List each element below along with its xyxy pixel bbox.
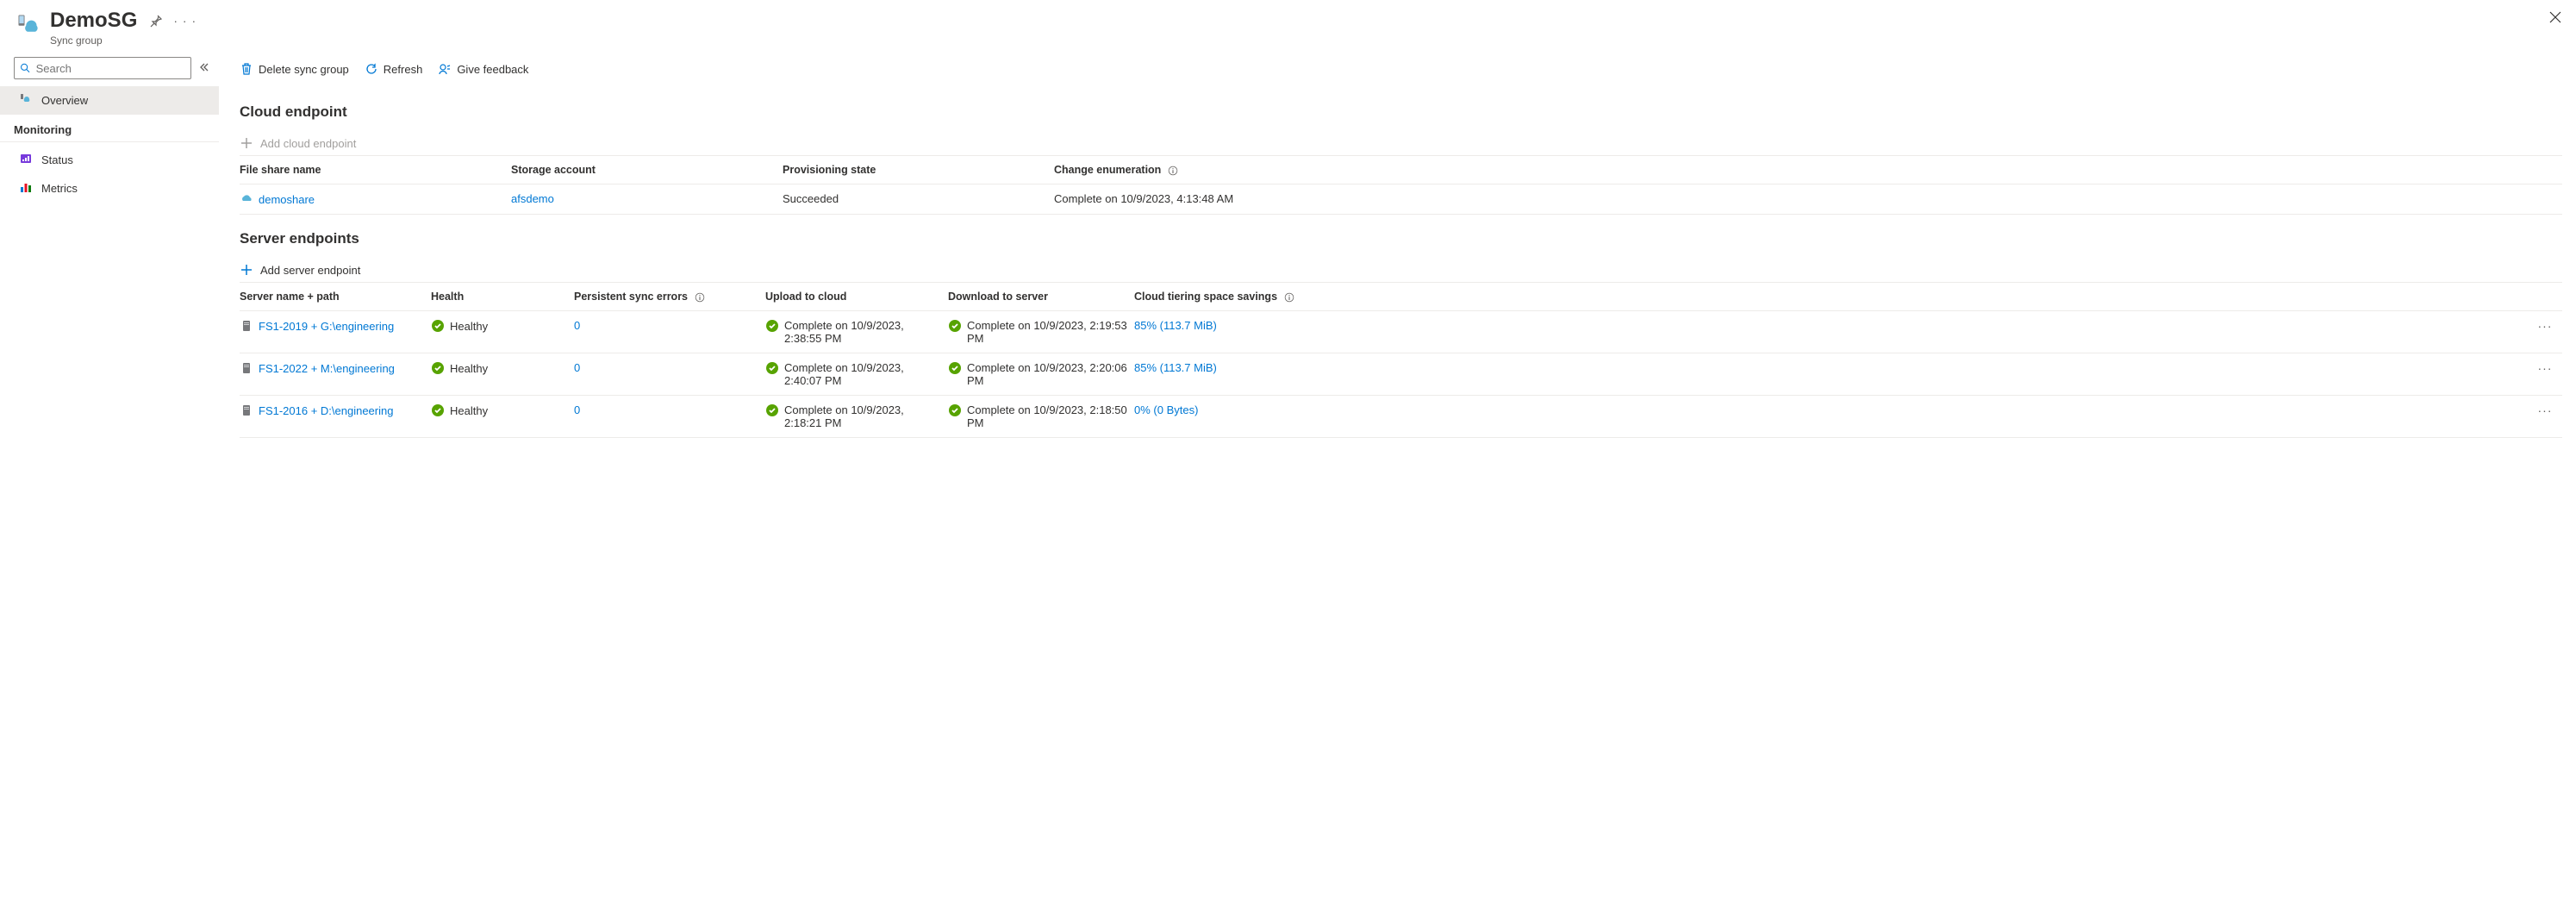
metrics-icon (19, 180, 33, 197)
col-header-server-name: Server name + path (240, 291, 431, 303)
health-value: Healthy (450, 404, 488, 417)
collapse-sidebar-icon[interactable] (198, 62, 209, 75)
tiering-link[interactable]: 85% (113.7 MiB) (1134, 361, 1217, 374)
success-icon (948, 361, 962, 375)
refresh-icon (365, 62, 378, 76)
server-icon (240, 403, 253, 417)
errors-link[interactable]: 0 (574, 403, 580, 416)
pin-icon[interactable] (149, 14, 163, 30)
server-icon (240, 361, 253, 375)
col-header-tiering: Cloud tiering space savings (1134, 291, 2535, 303)
delete-sync-group-button[interactable]: Delete sync group (240, 62, 349, 76)
col-header-download: Download to server (948, 291, 1134, 303)
storage-account-link[interactable]: afsdemo (511, 192, 554, 205)
success-icon (431, 319, 445, 333)
row-more-icon[interactable]: ··· (2538, 361, 2553, 375)
health-value: Healthy (450, 320, 488, 333)
overview-icon (19, 92, 33, 109)
page-header: DemoSG Sync group · · · (0, 0, 2576, 53)
sidebar: Overview Monitoring Status Metrics (0, 53, 219, 455)
success-icon (948, 403, 962, 417)
server-endpoints-title: Server endpoints (240, 230, 2562, 247)
plus-icon (240, 263, 253, 277)
table-header-row: Server name + path Health Persistent syn… (240, 283, 2562, 311)
sidebar-item-label: Status (41, 153, 73, 166)
success-icon (431, 361, 445, 375)
feedback-icon (438, 62, 452, 76)
tiering-link[interactable]: 85% (113.7 MiB) (1134, 319, 1217, 332)
cloud-endpoint-table: File share name Storage account Provisio… (240, 155, 2562, 215)
health-value: Healthy (450, 362, 488, 375)
toolbar: Delete sync group Refresh Give feedback (240, 53, 2562, 88)
sidebar-item-overview[interactable]: Overview (0, 86, 219, 115)
download-value: Complete on 10/9/2023, 2:18:50 PM (967, 403, 1127, 429)
change-enumeration-value: Complete on 10/9/2023, 4:13:48 AM (1054, 192, 2562, 205)
upload-value: Complete on 10/9/2023, 2:18:21 PM (784, 403, 941, 429)
col-header-change-enumeration: Change enumeration (1054, 164, 2562, 176)
give-feedback-button[interactable]: Give feedback (438, 62, 528, 76)
upload-value: Complete on 10/9/2023, 2:40:07 PM (784, 361, 941, 387)
server-endpoint-row: FS1-2019 + G:\engineering Healthy 0 Comp… (240, 311, 2562, 353)
success-icon (948, 319, 962, 333)
row-more-icon[interactable]: ··· (2538, 403, 2553, 417)
tiering-link[interactable]: 0% (0 Bytes) (1134, 403, 1198, 416)
trash-icon (240, 62, 253, 76)
col-header-upload: Upload to cloud (765, 291, 948, 303)
upload-value: Complete on 10/9/2023, 2:38:55 PM (784, 319, 941, 345)
main-content: Delete sync group Refresh Give feedback … (219, 53, 2576, 455)
server-endpoint-link[interactable]: FS1-2016 + D:\engineering (259, 404, 393, 417)
success-icon (765, 403, 779, 417)
download-value: Complete on 10/9/2023, 2:20:06 PM (967, 361, 1127, 387)
info-icon[interactable] (695, 292, 705, 303)
sidebar-item-metrics[interactable]: Metrics (0, 174, 219, 203)
table-header-row: File share name Storage account Provisio… (240, 156, 2562, 184)
more-icon[interactable]: · · · (173, 14, 196, 30)
server-endpoint-link[interactable]: FS1-2022 + M:\engineering (259, 362, 395, 375)
success-icon (431, 403, 445, 417)
add-server-endpoint-button[interactable]: Add server endpoint (240, 258, 2562, 282)
info-icon[interactable] (1168, 166, 1178, 176)
plus-icon (240, 136, 253, 150)
search-icon (20, 62, 31, 74)
success-icon (765, 361, 779, 375)
server-endpoint-link[interactable]: FS1-2019 + G:\engineering (259, 320, 394, 333)
sidebar-section-monitoring: Monitoring (0, 115, 219, 142)
sync-group-icon (14, 10, 41, 38)
sidebar-item-label: Overview (41, 94, 88, 107)
download-value: Complete on 10/9/2023, 2:19:53 PM (967, 319, 1127, 345)
cloud-endpoint-title: Cloud endpoint (240, 103, 2562, 121)
status-icon (19, 152, 33, 168)
provisioning-state-value: Succeeded (783, 192, 1054, 205)
col-header-storage-account: Storage account (511, 164, 783, 176)
page-title: DemoSG (50, 9, 137, 33)
col-header-provisioning-state: Provisioning state (783, 164, 1054, 176)
search-input[interactable] (36, 62, 185, 75)
sidebar-item-label: Metrics (41, 182, 78, 195)
file-share-link[interactable]: demoshare (259, 193, 315, 206)
success-icon (765, 319, 779, 333)
cloud-share-icon (240, 192, 253, 206)
info-icon[interactable] (1284, 292, 1294, 303)
refresh-button[interactable]: Refresh (365, 62, 423, 76)
server-endpoint-row: FS1-2022 + M:\engineering Healthy 0 Comp… (240, 353, 2562, 396)
server-endpoints-table: Server name + path Health Persistent syn… (240, 282, 2562, 438)
errors-link[interactable]: 0 (574, 319, 580, 332)
cloud-endpoint-row: demoshare afsdemo Succeeded Complete on … (240, 184, 2562, 215)
col-header-health: Health (431, 291, 574, 303)
errors-link[interactable]: 0 (574, 361, 580, 374)
col-header-file-share: File share name (240, 164, 511, 176)
server-endpoint-row: FS1-2016 + D:\engineering Healthy 0 Comp… (240, 396, 2562, 438)
close-button[interactable] (2548, 10, 2562, 27)
col-header-persistent-errors: Persistent sync errors (574, 291, 765, 303)
search-input-wrap[interactable] (14, 57, 191, 79)
server-icon (240, 319, 253, 333)
row-more-icon[interactable]: ··· (2538, 319, 2553, 333)
page-subtitle: Sync group (50, 34, 137, 47)
add-cloud-endpoint-button: Add cloud endpoint (240, 131, 2562, 155)
sidebar-item-status[interactable]: Status (0, 146, 219, 174)
